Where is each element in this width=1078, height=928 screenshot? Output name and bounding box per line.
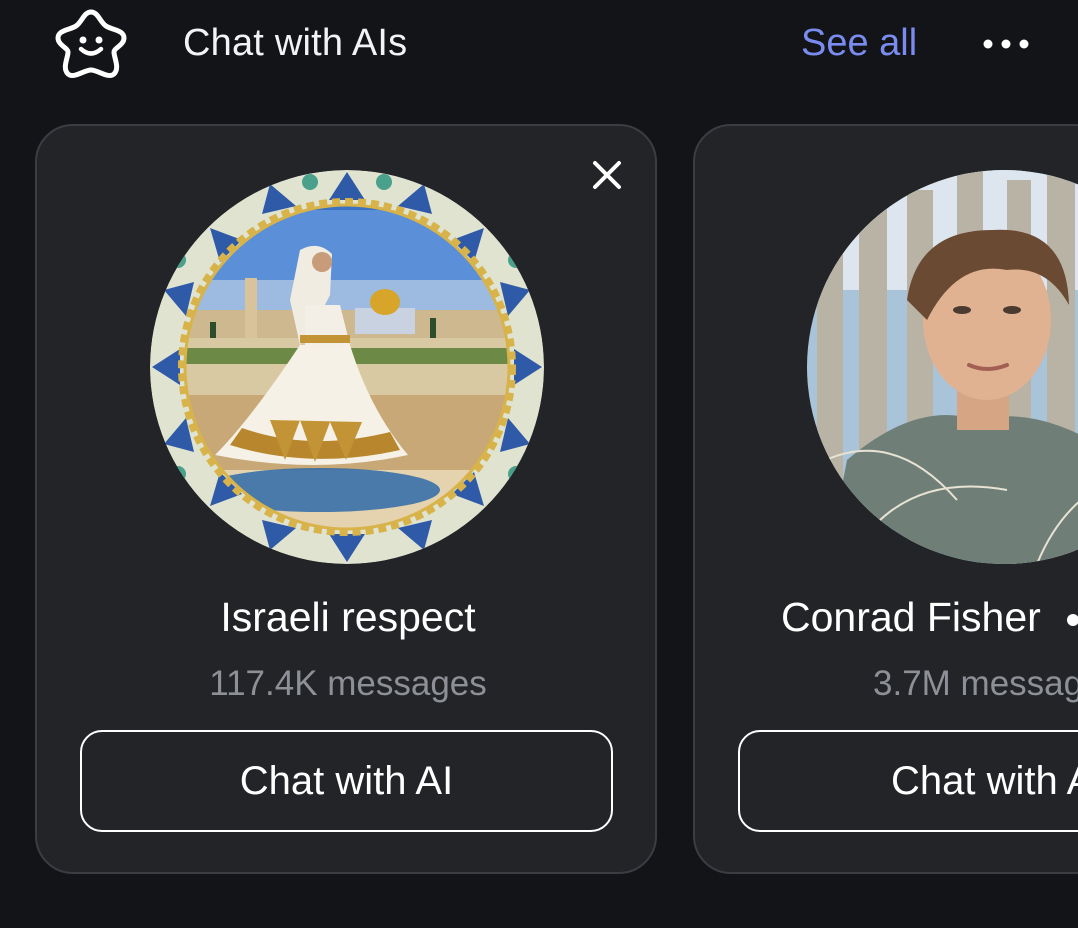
smiley-star-icon [54, 8, 128, 82]
avatar [150, 170, 544, 564]
character-name: Conrad Fisher [781, 594, 1041, 640]
see-all-link[interactable]: See all [801, 22, 917, 65]
avatar [807, 170, 1078, 564]
ai-character-card[interactable]: Israeli respect 117.4K messages Chat wit… [35, 124, 657, 874]
chat-with-ai-button[interactable]: Chat with AI [738, 730, 1078, 832]
character-name: Israeli respect [220, 594, 476, 640]
section-title: Chat with AIs [183, 22, 408, 64]
message-count: 117.4K messages [209, 664, 487, 703]
close-icon[interactable] [590, 158, 624, 192]
ai-character-card[interactable]: Conrad Fisher 3.7M messages Chat with AI [693, 124, 1078, 874]
more-horizontal-icon[interactable] [980, 30, 1032, 58]
verified-dot-icon [1067, 614, 1078, 626]
message-count: 3.7M messages [873, 664, 1078, 703]
chat-with-ai-button[interactable]: Chat with AI [80, 730, 613, 832]
section-header: Chat with AIs See all [0, 0, 1078, 95]
